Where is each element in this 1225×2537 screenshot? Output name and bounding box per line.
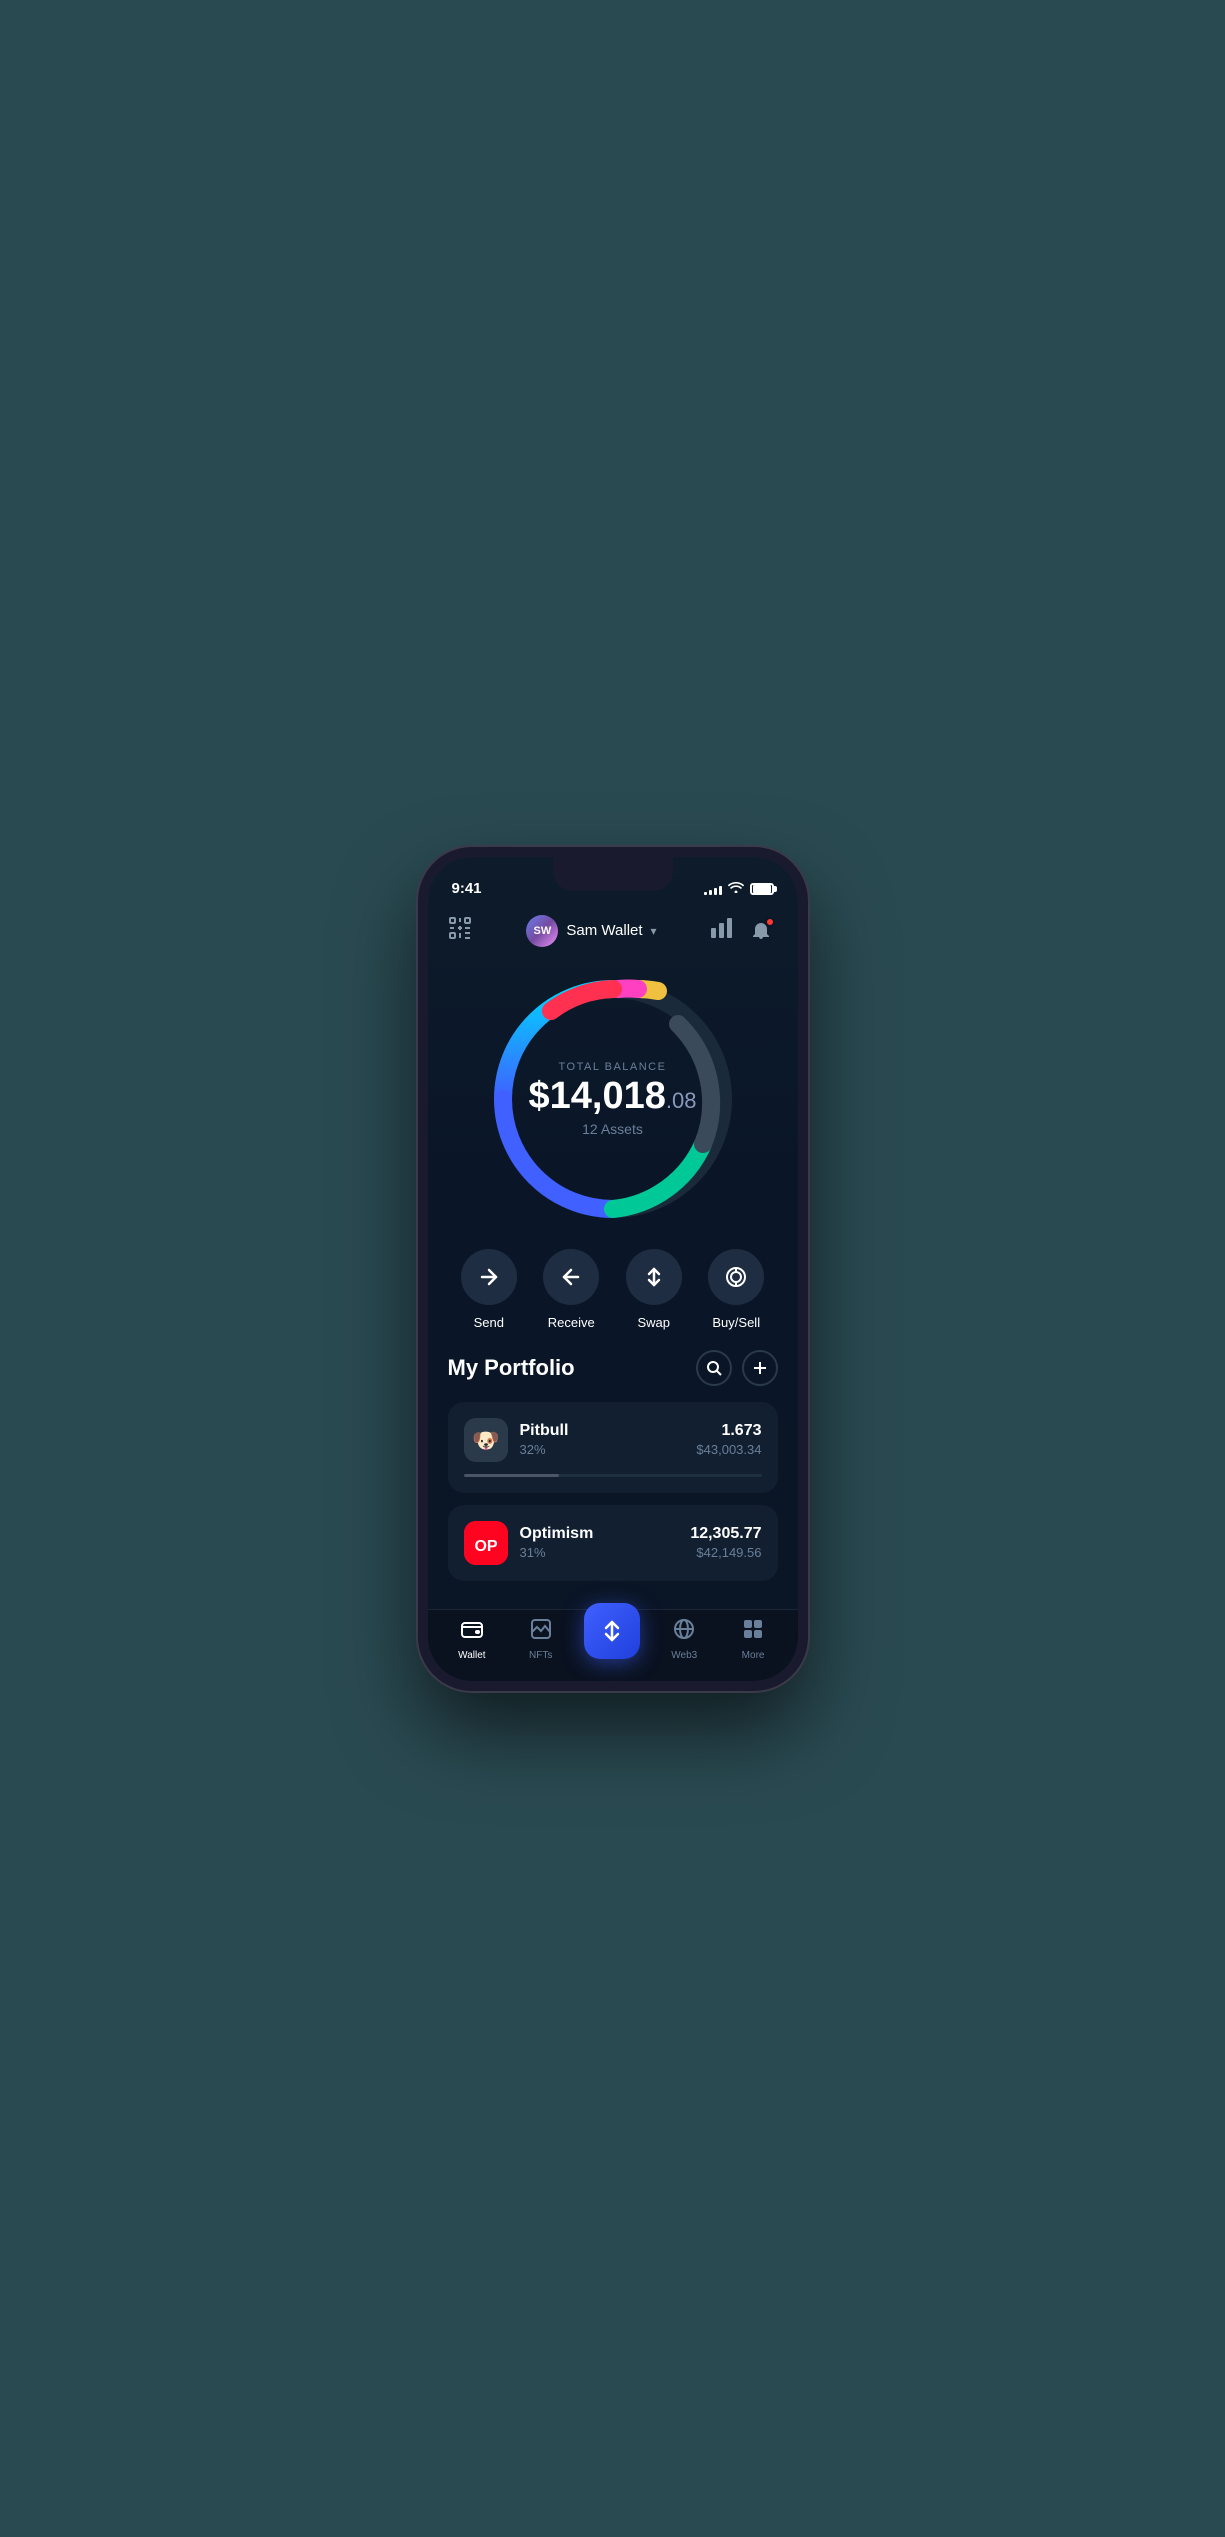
pitbull-progress-bar bbox=[464, 1474, 762, 1477]
portfolio-actions bbox=[696, 1350, 778, 1386]
receive-button[interactable]: Receive bbox=[543, 1249, 599, 1330]
phone-frame: 9:41 bbox=[418, 847, 808, 1691]
nfts-nav-icon bbox=[530, 1618, 552, 1646]
notification-dot bbox=[765, 917, 775, 927]
phone-screen: 9:41 bbox=[428, 857, 798, 1681]
battery-icon bbox=[750, 883, 774, 895]
buysell-button[interactable]: Buy/Sell bbox=[708, 1249, 764, 1330]
balance-display: TOTAL BALANCE $14,018.08 12 Assets bbox=[529, 1061, 697, 1137]
status-time: 9:41 bbox=[452, 880, 482, 897]
portfolio-title: My Portfolio bbox=[448, 1355, 575, 1381]
optimism-amount: 12,305.77 bbox=[690, 1525, 761, 1543]
wallet-nav-icon bbox=[461, 1618, 483, 1646]
avatar: SW bbox=[526, 915, 558, 947]
asset-row-optimism: OP Optimism 31% 12,305.77 $42,149.56 bbox=[464, 1521, 762, 1565]
notification-button[interactable] bbox=[745, 915, 777, 947]
header-right bbox=[711, 915, 777, 947]
portfolio-header: My Portfolio bbox=[448, 1350, 778, 1386]
nav-more[interactable]: More bbox=[728, 1618, 778, 1661]
asset-left-optimism: OP Optimism 31% bbox=[464, 1521, 594, 1565]
signal-bar-2 bbox=[709, 890, 712, 895]
more-nav-icon bbox=[742, 1618, 764, 1646]
optimism-values: 12,305.77 $42,149.56 bbox=[690, 1525, 761, 1560]
nav-nfts[interactable]: NFTs bbox=[516, 1618, 566, 1661]
status-icons bbox=[704, 881, 774, 896]
portfolio-section: My Portfolio bbox=[428, 1350, 798, 1641]
wallet-name: Sam Wallet bbox=[566, 922, 642, 939]
wallet-selector[interactable]: SW Sam Wallet ▾ bbox=[526, 915, 656, 947]
asset-card-pitbull[interactable]: 🐶 Pitbull 32% 1.673 $43,003.34 bbox=[448, 1402, 778, 1493]
pitbull-info: Pitbull 32% bbox=[520, 1422, 569, 1457]
asset-left-pitbull: 🐶 Pitbull 32% bbox=[464, 1418, 569, 1462]
bottom-nav: Wallet NFTs bbox=[428, 1609, 798, 1681]
pitbull-progress-fill bbox=[464, 1474, 559, 1477]
svg-text:🐶: 🐶 bbox=[472, 1428, 499, 1453]
main-content: SW Sam Wallet ▾ bbox=[428, 907, 798, 1641]
signal-bar-3 bbox=[714, 888, 717, 895]
chevron-down-icon: ▾ bbox=[651, 924, 657, 938]
asset-row-pitbull: 🐶 Pitbull 32% 1.673 $43,003.34 bbox=[464, 1418, 762, 1462]
optimism-percent: 31% bbox=[520, 1545, 594, 1560]
add-asset-button[interactable] bbox=[742, 1350, 778, 1386]
web3-nav-label: Web3 bbox=[671, 1650, 697, 1661]
more-nav-label: More bbox=[742, 1650, 765, 1661]
chart-button[interactable] bbox=[711, 918, 733, 943]
pitbull-values: 1.673 $43,003.34 bbox=[696, 1422, 761, 1457]
balance-label: TOTAL BALANCE bbox=[529, 1061, 697, 1073]
signal-bar-1 bbox=[704, 892, 707, 895]
action-buttons: Send Receive bbox=[428, 1249, 798, 1350]
optimism-name: Optimism bbox=[520, 1525, 594, 1543]
receive-label: Receive bbox=[548, 1315, 595, 1330]
swap-label: Swap bbox=[637, 1315, 670, 1330]
send-button[interactable]: Send bbox=[461, 1249, 517, 1330]
nfts-nav-label: NFTs bbox=[529, 1650, 552, 1661]
notch bbox=[553, 857, 673, 891]
swap-button[interactable]: Swap bbox=[626, 1249, 682, 1330]
wallet-nav-label: Wallet bbox=[458, 1650, 485, 1661]
optimism-info: Optimism 31% bbox=[520, 1525, 594, 1560]
pitbull-value: $43,003.34 bbox=[696, 1442, 761, 1457]
balance-amount: $14,018.08 bbox=[529, 1077, 697, 1115]
nav-web3[interactable]: Web3 bbox=[659, 1618, 709, 1661]
web3-nav-icon bbox=[673, 1618, 695, 1646]
send-icon-circle bbox=[461, 1249, 517, 1305]
pitbull-percent: 32% bbox=[520, 1442, 569, 1457]
balance-assets: 12 Assets bbox=[529, 1121, 697, 1137]
center-action-button[interactable] bbox=[584, 1603, 640, 1659]
nav-wallet[interactable]: Wallet bbox=[447, 1618, 497, 1661]
header: SW Sam Wallet ▾ bbox=[428, 907, 798, 959]
asset-card-optimism[interactable]: OP Optimism 31% 12,305.77 $42,149.56 bbox=[448, 1505, 778, 1581]
pitbull-icon: 🐶 bbox=[464, 1418, 508, 1462]
scan-icon[interactable] bbox=[448, 916, 472, 946]
buysell-icon-circle bbox=[708, 1249, 764, 1305]
buysell-label: Buy/Sell bbox=[712, 1315, 760, 1330]
donut-chart-container: TOTAL BALANCE $14,018.08 12 Assets bbox=[428, 969, 798, 1229]
receive-icon-circle bbox=[543, 1249, 599, 1305]
signal-bars-icon bbox=[704, 883, 722, 895]
svg-text:OP: OP bbox=[474, 1538, 497, 1555]
signal-bar-4 bbox=[719, 886, 722, 895]
header-left bbox=[448, 916, 472, 946]
optimism-icon: OP bbox=[464, 1521, 508, 1565]
pitbull-name: Pitbull bbox=[520, 1422, 569, 1440]
wifi-icon bbox=[728, 881, 744, 896]
battery-fill bbox=[753, 885, 771, 893]
search-button[interactable] bbox=[696, 1350, 732, 1386]
send-label: Send bbox=[474, 1315, 504, 1330]
swap-icon-circle bbox=[626, 1249, 682, 1305]
optimism-value: $42,149.56 bbox=[690, 1545, 761, 1560]
pitbull-amount: 1.673 bbox=[696, 1422, 761, 1440]
